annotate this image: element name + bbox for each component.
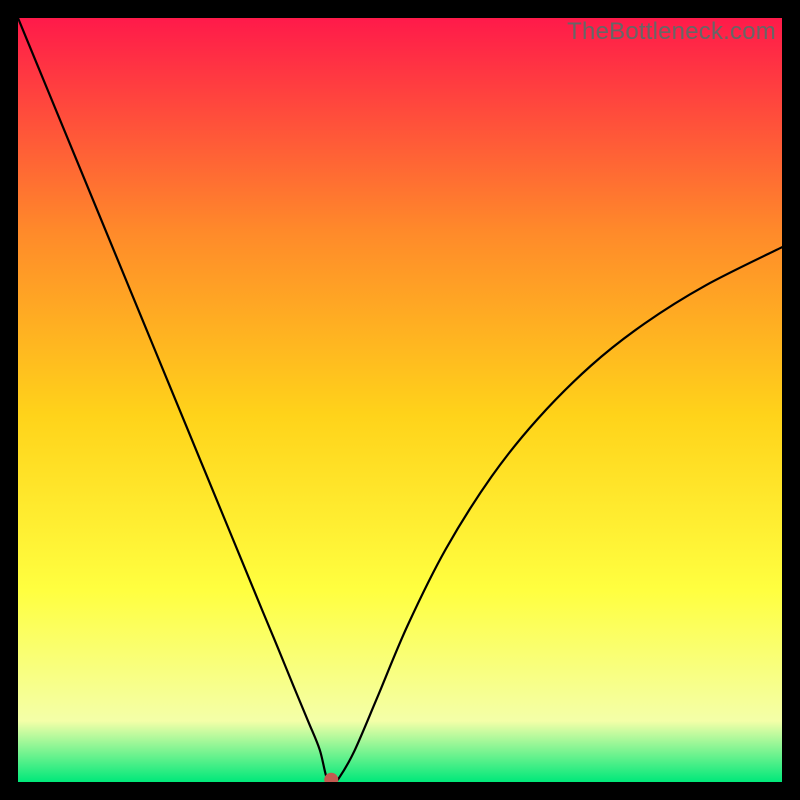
chart-frame: TheBottleneck.com — [0, 0, 800, 800]
plot-area: TheBottleneck.com — [18, 18, 782, 782]
watermark-text: TheBottleneck.com — [567, 18, 776, 46]
gradient-background — [18, 18, 782, 782]
chart-svg — [18, 18, 782, 782]
